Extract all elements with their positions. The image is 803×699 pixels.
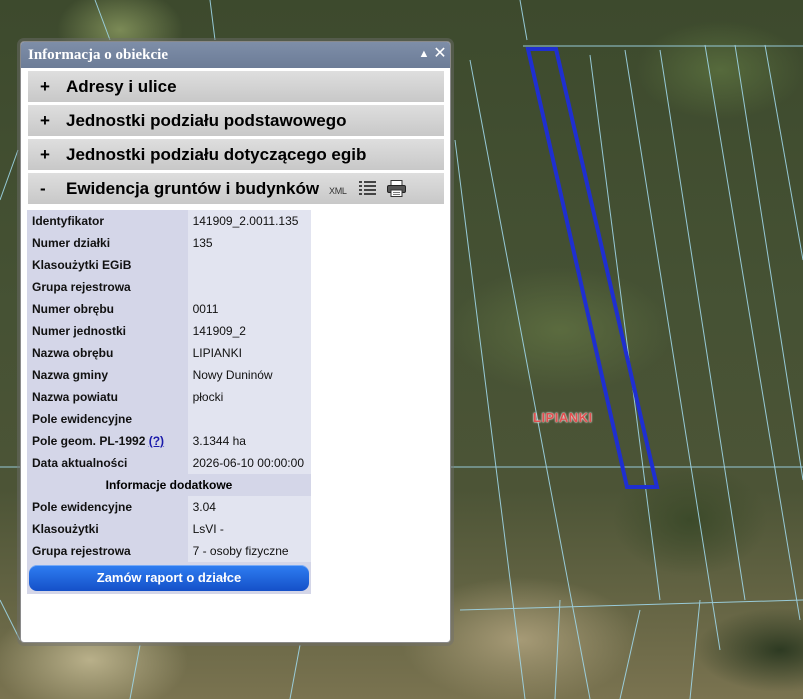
window-title: Informacja o obiekcie (28, 47, 168, 63)
table-subheader-row: Informacje dodatkowe (27, 474, 311, 496)
table-row: Data aktualności 2026-06-10 00:00:00 (27, 452, 311, 474)
boundary-line (519, 0, 528, 41)
boundary-line (554, 599, 561, 699)
attr-value: 141909_2 (187, 320, 311, 342)
attr-value: Nowy Duninów (187, 364, 311, 386)
boundary-line (129, 644, 141, 699)
section-ewidencja-gruntow-i-budynkow[interactable]: - Ewidencja gruntów i budynków XML (28, 173, 444, 204)
boundary-line (0, 599, 21, 641)
list-icon[interactable] (359, 181, 377, 201)
boundary-line (619, 609, 641, 699)
attr-key: Identyfikator (27, 210, 188, 232)
attr-value: 3.04 (187, 496, 311, 518)
table-row: Nazwa obrębu LIPIANKI (27, 342, 311, 364)
attr-value: 0011 (187, 298, 311, 320)
attr-value (187, 254, 311, 276)
report-button-cell: Zamów raport o działce (27, 562, 311, 594)
boundary-line (454, 139, 526, 699)
attr-value: LsVI - (187, 518, 311, 540)
attr-key: Nazwa gminy (27, 364, 188, 386)
xml-export-button[interactable]: XML (329, 186, 347, 196)
attr-value: LIPIANKI (187, 342, 311, 364)
attr-value: 2026-06-10 00:00:00 (187, 452, 311, 474)
section-jednostki-podzialu-podstawowego[interactable]: + Jednostki podziału podstawowego (28, 105, 444, 136)
attr-key: Pole ewidencyjne (27, 408, 188, 430)
boundary-line (659, 49, 746, 601)
attr-value: 135 (187, 232, 311, 254)
table-row: Identyfikator 141909_2.0011.135 (27, 210, 311, 232)
attr-value: 7 - osoby fizyczne (187, 540, 311, 562)
close-icon[interactable]: ✕ (433, 46, 447, 62)
attr-key: Nazwa powiatu (27, 386, 188, 408)
printer-icon[interactable] (386, 180, 406, 202)
section-label[interactable]: Jednostki podziału dotyczącego egib (66, 145, 366, 165)
collapse-section-icon[interactable]: - (40, 179, 46, 199)
attr-key: Numer jednostki (27, 320, 188, 342)
boundary-line (209, 0, 216, 41)
table-row: Nazwa gminy Nowy Duninów (27, 364, 311, 386)
boundary-line (764, 44, 803, 261)
section-jednostki-podzialu-egib[interactable]: + Jednostki podziału dotyczącego egib (28, 139, 444, 170)
table-row: Pole ewidencyjne (27, 408, 311, 430)
attr-key: Numer działki (27, 232, 188, 254)
section-label[interactable]: Jednostki podziału podstawowego (66, 111, 347, 131)
place-label: LIPIANKI (533, 410, 593, 425)
window-titlebar[interactable]: Informacja o obiekcie ▲ ✕ (21, 42, 450, 68)
table-row: Numer obrębu 0011 (27, 298, 311, 320)
attr-key: Klasoużytki EGiB (27, 254, 188, 276)
attr-key: Pole geom. PL-1992 (?) (27, 430, 188, 452)
boundary-line (94, 0, 111, 41)
collapse-icon[interactable]: ▲ (417, 46, 431, 62)
table-row: Klasoużytki LsVI - (27, 518, 311, 540)
order-report-button[interactable]: Zamów raport o działce (29, 565, 309, 591)
attr-value: 141909_2.0011.135 (187, 210, 311, 232)
attr-key: Numer obrębu (27, 298, 188, 320)
boundary-line (289, 644, 301, 699)
section-label[interactable]: Adresy i ulice (66, 77, 177, 97)
attr-key: Pole ewidencyjne (27, 496, 188, 518)
table-row: Nazwa powiatu płocki (27, 386, 311, 408)
table-row: Grupa rejestrowa (27, 276, 311, 298)
attr-value (187, 276, 311, 298)
table-row: Klasoużytki EGiB (27, 254, 311, 276)
additional-info-header: Informacje dodatkowe (27, 474, 311, 496)
table-row: Numer jednostki 141909_2 (27, 320, 311, 342)
attr-key: Grupa rejestrowa (27, 276, 188, 298)
table-row: Pole ewidencyjne 3.04 (27, 496, 311, 518)
expand-icon[interactable]: + (40, 145, 50, 165)
boundary-line (689, 599, 701, 699)
boundary-line (459, 599, 803, 611)
expand-icon[interactable]: + (40, 111, 50, 131)
attr-key: Klasoużytki (27, 518, 188, 540)
attr-value: płocki (187, 386, 311, 408)
table-row: Numer działki 135 (27, 232, 311, 254)
boundary-line (704, 44, 801, 621)
attr-value (187, 408, 311, 430)
section-adresy-i-ulice[interactable]: + Adresy i ulice (28, 71, 444, 102)
section-tools: XML (329, 180, 412, 202)
boundary-line (734, 44, 803, 481)
attr-key: Grupa rejestrowa (27, 540, 188, 562)
attr-value: 3.1344 ha (187, 430, 311, 452)
boundary-line (469, 59, 591, 699)
attr-key: Nazwa obrębu (27, 342, 188, 364)
table-row: Grupa rejestrowa 7 - osoby fizyczne (27, 540, 311, 562)
report-button-row: Zamów raport o działce (27, 562, 311, 594)
section-label[interactable]: Ewidencja gruntów i budynków (66, 179, 319, 199)
parcel-attributes-table: Identyfikator 141909_2.0011.135 Numer dzi… (27, 210, 311, 594)
help-link[interactable]: (?) (149, 434, 164, 448)
attr-key-text: Pole geom. PL-1992 (32, 434, 146, 448)
attr-key: Data aktualności (27, 452, 188, 474)
table-row: Pole geom. PL-1992 (?) 3.1344 ha (27, 430, 311, 452)
boundary-line (589, 54, 661, 601)
window-content: + Adresy i ulice + Jednostki podziału po… (28, 68, 444, 204)
boundary-line (624, 49, 721, 651)
expand-icon[interactable]: + (40, 77, 50, 97)
boundary-line (0, 149, 19, 201)
object-info-window[interactable]: Informacja o obiekcie ▲ ✕ + Adresy i uli… (20, 41, 451, 643)
